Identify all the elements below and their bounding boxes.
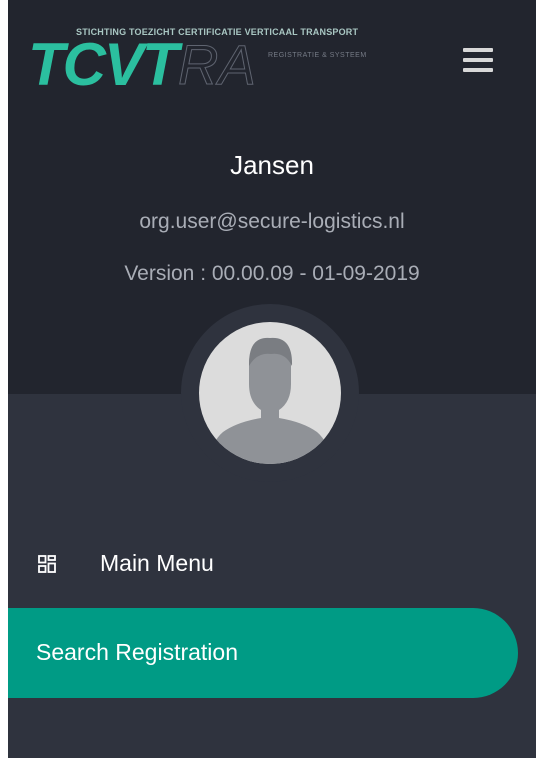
logo-sub-text: RA [178,33,257,97]
navigation-drawer: STICHTING TOEZICHT CERTIFICATIE VERTICAA… [8,0,536,758]
tcvt-ra-logo: STICHTING TOEZICHT CERTIFICATIE VERTICAA… [28,24,448,104]
nav-item-label: Main Menu [100,550,214,576]
nav-item-search-registration[interactable]: Search Registration [8,608,518,698]
hamburger-menu-icon[interactable] [460,46,496,74]
user-email: org.user@secure-logistics.nl [139,210,405,233]
logo-main-text: TCVT [28,31,179,98]
app-version: Version : 00.00.09 - 01-09-2019 [124,262,420,285]
user-name: Jansen [230,150,314,180]
user-avatar-icon [199,322,341,464]
nav-item-main-menu[interactable]: Main Menu [8,519,518,609]
grid-icon [38,555,56,573]
logo-sub-small-text: REGISTRATIE & SYSTEEM [268,52,367,59]
nav-item-label: Search Registration [36,639,238,665]
